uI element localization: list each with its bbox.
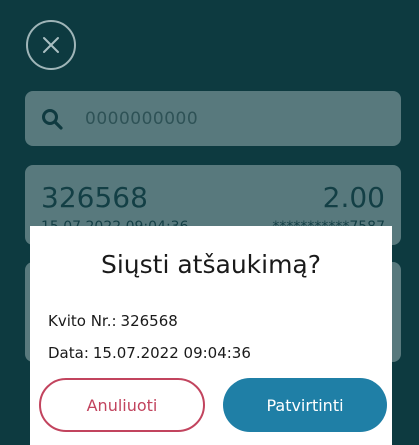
dialog-receipt-row: Kvito Nr.: 326568 bbox=[48, 312, 178, 330]
search-input[interactable] bbox=[83, 107, 367, 130]
receipt-value: 326568 bbox=[120, 312, 178, 330]
search-bar bbox=[25, 91, 401, 146]
confirm-button[interactable]: Patvirtinti bbox=[223, 378, 387, 432]
receipt-number: 326568 bbox=[41, 181, 148, 214]
dialog-title: Siųsti atšaukimą? bbox=[100, 250, 322, 279]
receipt-label: Kvito Nr.: bbox=[48, 312, 117, 330]
confirm-dialog: Siųsti atšaukimą? Kvito Nr.: 326568 Data:… bbox=[30, 226, 392, 445]
date-value: 15.07.2022 09:04:36 bbox=[92, 344, 251, 362]
cancel-button[interactable]: Anuliuoti bbox=[39, 378, 205, 432]
close-button[interactable] bbox=[26, 20, 76, 70]
close-icon bbox=[43, 37, 59, 53]
search-icon[interactable] bbox=[41, 108, 63, 130]
date-label: Data: bbox=[48, 344, 89, 362]
receipt-amount: 2.00 bbox=[322, 181, 385, 214]
dialog-date-row: Data: 15.07.2022 09:04:36 bbox=[48, 344, 251, 362]
